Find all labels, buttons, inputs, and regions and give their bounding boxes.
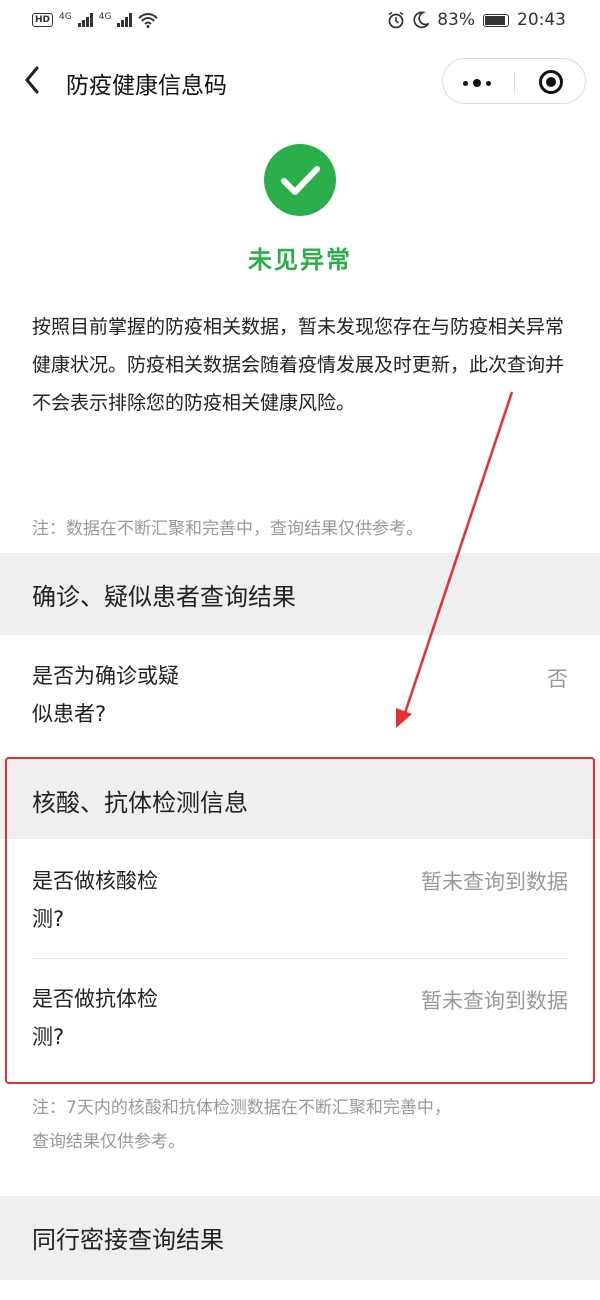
annotation-arrow [396,391,514,728]
